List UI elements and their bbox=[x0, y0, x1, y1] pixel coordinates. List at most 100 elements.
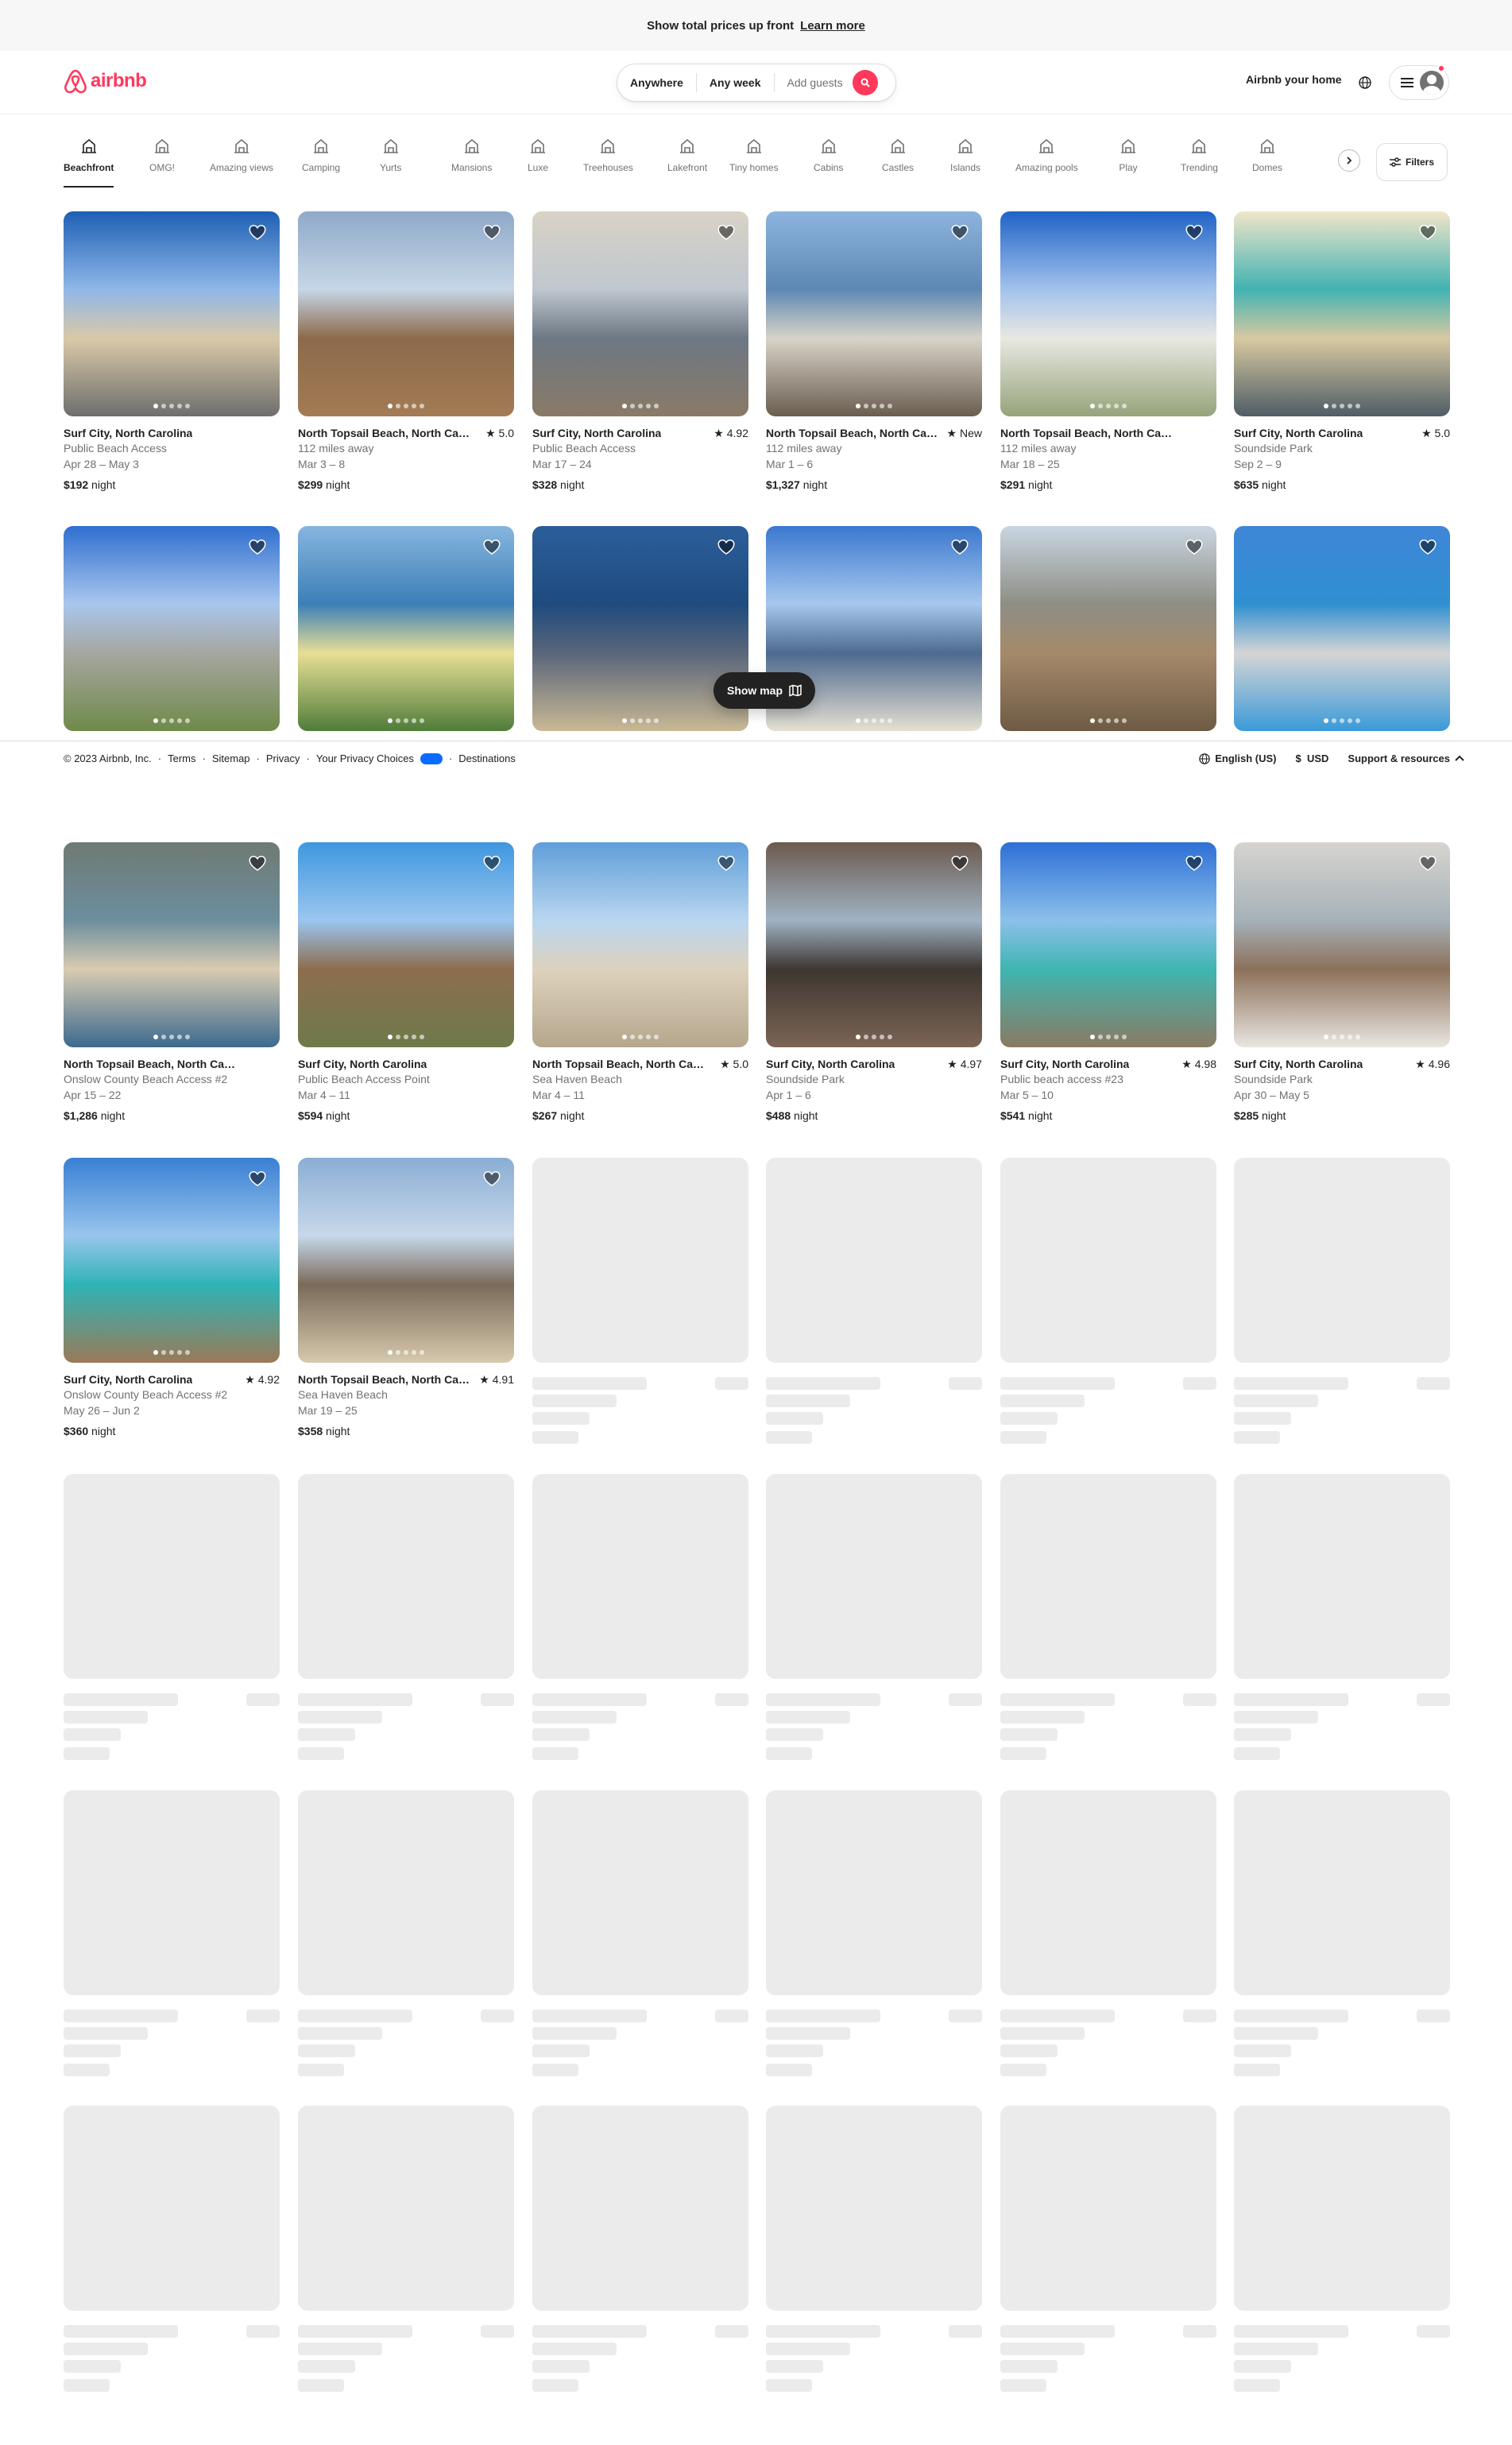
listing-card[interactable]: Mar 4 – 11$670 night bbox=[298, 526, 514, 777]
airbnb-logo[interactable]: airbnb bbox=[64, 68, 147, 94]
heart-icon[interactable] bbox=[717, 222, 736, 242]
show-map-button[interactable]: Show map bbox=[713, 672, 815, 709]
tab-category-treehouses[interactable]: Treehouses bbox=[583, 137, 633, 188]
listing-photo[interactable] bbox=[298, 1158, 514, 1363]
heart-icon[interactable] bbox=[717, 537, 736, 556]
tab-category-mansions[interactable]: Mansions bbox=[451, 137, 492, 188]
heart-icon[interactable] bbox=[1418, 537, 1437, 556]
tab-category-castles[interactable]: Castles bbox=[882, 137, 914, 188]
category-next-button[interactable] bbox=[1338, 149, 1360, 172]
listing-card[interactable]: North Topsail Beach, North Carolina Onslo… bbox=[64, 842, 280, 1124]
listing-photo[interactable] bbox=[1234, 211, 1450, 416]
heart-icon[interactable] bbox=[950, 222, 969, 242]
tab-category-play[interactable]: Play bbox=[1119, 137, 1138, 188]
heart-icon[interactable] bbox=[482, 537, 501, 556]
skeleton-photo bbox=[1234, 1158, 1450, 1363]
listing-card[interactable]: North Topsail Beach, North Carolina ★ New… bbox=[766, 211, 982, 493]
listing-price: $488 night bbox=[766, 1108, 982, 1124]
heart-icon[interactable] bbox=[950, 537, 969, 556]
listing-photo[interactable] bbox=[64, 842, 280, 1047]
listing-card[interactable]: North Topsail Beach, North Carolina ★ 4.9… bbox=[298, 1158, 514, 1439]
heart-icon[interactable] bbox=[482, 1169, 501, 1188]
tab-category-islands[interactable]: Islands bbox=[950, 137, 980, 188]
listing-photo[interactable] bbox=[532, 211, 748, 416]
tab-category-tiny-homes[interactable]: Tiny homes bbox=[729, 137, 779, 188]
listing-photo[interactable] bbox=[1000, 211, 1216, 416]
tab-category-lakefront[interactable]: Lakefront bbox=[667, 137, 707, 188]
footer-link[interactable]: Terms bbox=[168, 752, 195, 764]
listing-card[interactable]: North Topsail Beach, North Carolina ★ 5.0… bbox=[298, 211, 514, 493]
heart-icon[interactable] bbox=[717, 853, 736, 872]
heart-icon[interactable] bbox=[248, 537, 267, 556]
listing-photo[interactable] bbox=[1000, 842, 1216, 1047]
heart-icon[interactable] bbox=[248, 853, 267, 872]
search-where[interactable]: Anywhere bbox=[617, 73, 697, 92]
listing-card[interactable]: Surf City, North Carolina ★ 4.97 Soundside… bbox=[766, 842, 982, 1124]
listing-photo[interactable] bbox=[1000, 526, 1216, 731]
footer-link[interactable]: Your Privacy Choices bbox=[316, 752, 414, 764]
listing-photo[interactable] bbox=[64, 1158, 280, 1363]
listing-card[interactable]: Surf City, North Carolina Public Beach Ac… bbox=[64, 211, 280, 493]
listing-photo[interactable] bbox=[64, 211, 280, 416]
heart-icon[interactable] bbox=[482, 222, 501, 242]
globe-icon[interactable] bbox=[1355, 73, 1375, 92]
listing-card[interactable]: May 6 – 13$832 night bbox=[1000, 526, 1216, 777]
tab-category-amazing-pools[interactable]: Amazing pools bbox=[1015, 137, 1078, 188]
tab-category-omg[interactable]: OMG! bbox=[149, 137, 175, 188]
heart-icon[interactable] bbox=[1418, 222, 1437, 242]
footer-link[interactable]: Destinations bbox=[458, 752, 516, 764]
listing-title: North Topsail Beach, North Carolina bbox=[1000, 427, 1172, 439]
listing-card[interactable]: North Topsail Beach, North Carolina ★ 5.0… bbox=[532, 842, 748, 1124]
tab-category-cabins[interactable]: Cabins bbox=[814, 137, 843, 188]
footer-link[interactable]: Sitemap bbox=[212, 752, 250, 764]
heart-icon[interactable] bbox=[248, 222, 267, 242]
price-amount: $1,286 bbox=[64, 1109, 98, 1122]
tab-category-beachfront[interactable]: Beachfront bbox=[64, 137, 114, 188]
tab-category-domes[interactable]: Domes bbox=[1252, 137, 1282, 188]
footer-link[interactable]: Privacy bbox=[266, 752, 300, 764]
heart-icon[interactable] bbox=[950, 853, 969, 872]
filters-button[interactable]: Filters bbox=[1376, 143, 1448, 181]
heart-icon[interactable] bbox=[482, 853, 501, 872]
tab-category-yurts[interactable]: Yurts bbox=[380, 137, 401, 188]
listing-card[interactable]: Jul 30 – Aug 6$737 night bbox=[1234, 526, 1450, 777]
search-bar[interactable]: Anywhere Any week Add guests bbox=[617, 64, 896, 102]
support-button[interactable]: Support & resources bbox=[1348, 752, 1464, 764]
listing-card[interactable]: North Topsail Beach, North Carolina 112 m… bbox=[1000, 211, 1216, 493]
search-guests[interactable]: Add guests bbox=[775, 73, 849, 92]
user-menu-button[interactable] bbox=[1389, 64, 1449, 100]
heart-icon[interactable] bbox=[1185, 853, 1204, 872]
listing-card[interactable]: Surf City, North Carolina ★ 4.98 Public be… bbox=[1000, 842, 1216, 1124]
heart-icon[interactable] bbox=[1185, 537, 1204, 556]
listing-photo[interactable] bbox=[532, 842, 748, 1047]
listing-card[interactable]: Mar 4 – 11$313 night bbox=[64, 526, 280, 777]
language-button[interactable]: English (US) bbox=[1199, 752, 1277, 764]
listing-card[interactable]: Aug 12 – 19$602 night bbox=[532, 526, 748, 777]
listing-card[interactable]: Surf City, North Carolina ★ 4.92 Public Be… bbox=[532, 211, 748, 493]
listing-photo[interactable] bbox=[766, 211, 982, 416]
tab-category-trending[interactable]: Trending bbox=[1181, 137, 1218, 188]
tab-category-luxe[interactable]: Luxe bbox=[528, 137, 548, 188]
heart-icon[interactable] bbox=[1185, 222, 1204, 242]
tab-category-amazing-views[interactable]: Amazing views bbox=[210, 137, 273, 188]
heart-icon[interactable] bbox=[248, 1169, 267, 1188]
search-when[interactable]: Any week bbox=[697, 73, 775, 92]
listing-photo[interactable] bbox=[298, 842, 514, 1047]
currency-button[interactable]: $ USD bbox=[1296, 752, 1329, 764]
listing-photo[interactable] bbox=[64, 526, 280, 731]
learn-more-link[interactable]: Learn more bbox=[800, 19, 865, 33]
listing-photo[interactable] bbox=[766, 842, 982, 1047]
host-link[interactable]: Airbnb your home bbox=[1246, 73, 1342, 86]
listing-photo[interactable] bbox=[298, 211, 514, 416]
listing-card[interactable]: Surf City, North Carolina ★ 4.92 Onslow Co… bbox=[64, 1158, 280, 1439]
listing-card[interactable]: Surf City, North Carolina ★ 5.0 Soundside … bbox=[1234, 211, 1450, 493]
listing-photo[interactable] bbox=[1234, 526, 1450, 731]
search-button[interactable] bbox=[852, 70, 878, 95]
listing-photo[interactable] bbox=[298, 526, 514, 731]
heart-icon[interactable] bbox=[1418, 853, 1437, 872]
listing-card[interactable]: Surf City, North Carolina ★ 4.96 Soundside… bbox=[1234, 842, 1450, 1124]
tab-category-camping[interactable]: Camping bbox=[302, 137, 340, 188]
listing-card[interactable]: Surf City, North Carolina Public Beach Ac… bbox=[298, 842, 514, 1124]
listing-photo[interactable] bbox=[1234, 842, 1450, 1047]
listing-card[interactable]: Mar 18 – 25$898 night bbox=[766, 526, 982, 777]
